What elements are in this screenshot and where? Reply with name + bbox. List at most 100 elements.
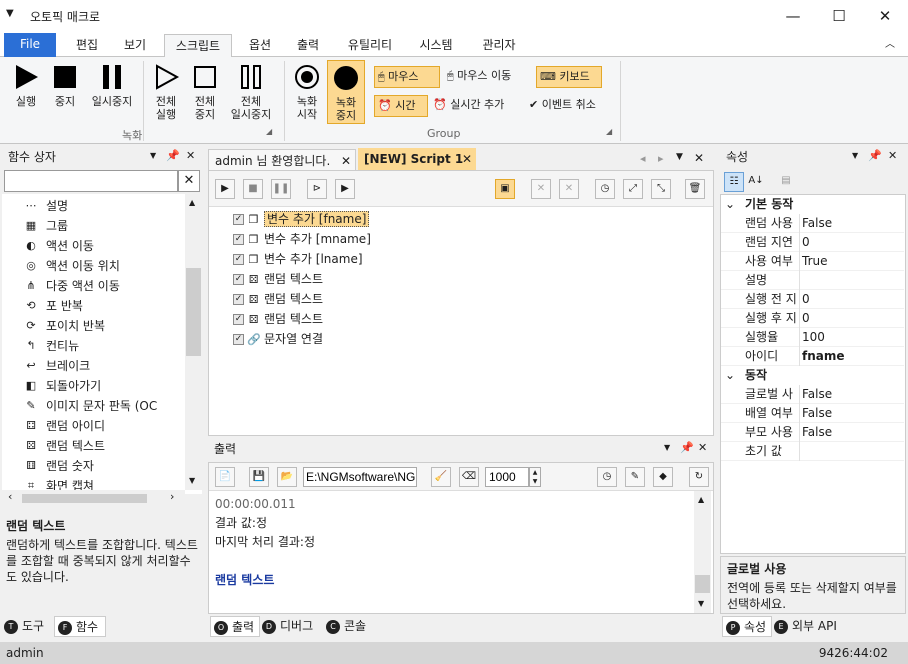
property-value[interactable]: 0 (799, 309, 903, 328)
minimize-button[interactable]: — (770, 0, 816, 32)
function-item[interactable]: ⟳ 포이치 반복 (26, 316, 105, 336)
property-row[interactable]: 사용 여부 True (721, 252, 904, 271)
script-item[interactable]: ✓ ⚄ 랜덤 텍스트 (233, 269, 323, 289)
function-item[interactable]: ⚅ 랜덤 숫자 (26, 456, 94, 476)
tab-edit[interactable]: 편집 (64, 34, 110, 57)
property-value[interactable]: 100 (799, 328, 903, 347)
tab-properties[interactable]: P 속성 (722, 616, 772, 637)
property-row[interactable]: 배열 여부 False (721, 404, 904, 423)
tab-utility[interactable]: 유틸리티 (338, 34, 402, 57)
enable-checkbox[interactable]: ✓ (233, 254, 244, 265)
enable-checkbox[interactable]: ✓ (233, 214, 244, 225)
close-button[interactable]: ✕ (862, 0, 908, 32)
record-start-button[interactable]: 녹화 시작 (288, 63, 326, 121)
scroll-tabs-left-icon[interactable]: ◂ (640, 152, 646, 165)
mouse-button[interactable]: 🖱 마우스 (374, 66, 440, 88)
close-icon[interactable]: ✕ (698, 441, 707, 454)
tab-console[interactable]: C 콘솔 (326, 616, 376, 637)
tab-options[interactable]: 옵션 (238, 34, 282, 57)
horizontal-scrollbar[interactable]: ‹ › (2, 490, 185, 507)
property-value[interactable]: False (799, 385, 903, 404)
tab-script-1[interactable]: [NEW] Script 1 ✕ (358, 148, 476, 170)
scroll-thumb[interactable] (186, 268, 201, 356)
run-script-button[interactable]: ▶ (215, 179, 235, 199)
disable-button[interactable]: ✕ (531, 179, 551, 199)
mouse-move-button[interactable]: 🖱 마우스 이동 (444, 66, 514, 88)
collapse-all-button[interactable]: ⤡ (651, 179, 671, 199)
keyboard-button[interactable]: ⌨ 키보드 (536, 66, 602, 88)
function-item[interactable]: ↩ 브레이크 (26, 356, 90, 376)
property-row[interactable]: 글로벌 사 False (721, 385, 904, 404)
property-value[interactable]: False (799, 404, 903, 423)
scroll-tabs-right-icon[interactable]: ▸ (658, 152, 664, 165)
pause-script-button[interactable]: ❚❚ (271, 179, 291, 199)
enable-checkbox[interactable]: ✓ (233, 274, 244, 285)
close-tab-icon[interactable]: ✕ (341, 150, 351, 172)
enable-checkbox[interactable]: ✓ (233, 314, 244, 325)
clean-button[interactable]: 🧹 (431, 467, 451, 487)
realtime-add-button[interactable]: ⏰ 실시간 추가 (430, 95, 507, 117)
pause-button[interactable]: 일시중지 (86, 63, 138, 108)
schedule-button[interactable]: ◷ (595, 179, 615, 199)
maximize-button[interactable]: ☐ (816, 0, 862, 32)
property-row[interactable]: 부모 사용 False (721, 423, 904, 442)
group-expand-icon[interactable]: ◢ (606, 127, 612, 136)
pin-icon[interactable]: 📌 (166, 149, 180, 162)
categorized-button[interactable]: ☷ (724, 172, 744, 192)
enable-checkbox[interactable]: ✓ (233, 334, 244, 345)
stop-script-button[interactable]: ■ (243, 179, 263, 199)
time-button[interactable]: ⏰ 시간 (374, 95, 428, 117)
tab-view[interactable]: 보기 (112, 34, 158, 57)
vertical-scrollbar[interactable]: ▲ ▼ (185, 194, 202, 490)
timestamp-button[interactable]: ◷ (597, 467, 617, 487)
function-item[interactable]: ✎ 이미지 문자 판독 (OC (26, 396, 157, 416)
tab-output[interactable]: 출력 (286, 34, 330, 57)
property-row[interactable]: 아이디 fname (721, 347, 904, 366)
collapse-icon[interactable]: ⌄ (725, 366, 735, 385)
pin-icon[interactable]: 📌 (868, 149, 882, 162)
clear-search-button[interactable]: ✕ (178, 170, 200, 192)
close-icon[interactable]: ✕ (186, 149, 195, 162)
script-item[interactable]: ✓ 🔗 문자열 연결 (233, 329, 323, 349)
run-selected-button[interactable]: ▶ (335, 179, 355, 199)
property-row[interactable]: 실행 전 지0 (721, 290, 904, 309)
tab-external-api[interactable]: E 외부 API (774, 616, 846, 637)
property-value[interactable] (799, 442, 903, 461)
property-value[interactable]: 0 (799, 290, 903, 309)
close-document-icon[interactable]: ✕ (694, 151, 704, 165)
tab-list-icon[interactable]: ▼ (676, 152, 683, 162)
tab-system[interactable]: 시스템 (410, 34, 462, 57)
delete-item-button[interactable]: ✕ (559, 179, 579, 199)
property-pages-button[interactable]: ▤ (776, 172, 796, 192)
tab-tools[interactable]: T 도구 (4, 616, 52, 637)
image-button[interactable]: ▣ (495, 179, 515, 199)
tab-script[interactable]: 스크립트 (164, 34, 232, 58)
event-cancel-button[interactable]: ✔ 이벤트 취소 (526, 95, 599, 117)
pin-icon[interactable]: 📌 (680, 441, 694, 454)
tab-functions[interactable]: F 함수 (54, 616, 106, 637)
property-value[interactable]: fname (799, 347, 903, 366)
run-from-button[interactable]: ⊳ (307, 179, 327, 199)
expand-all-button[interactable]: ⤢ (623, 179, 643, 199)
tab-file[interactable]: File (4, 33, 56, 57)
stop-button[interactable]: 중지 (46, 63, 84, 108)
run-all-button[interactable]: 전체 실행 (146, 63, 186, 121)
function-item[interactable]: ⋯ 설명 (26, 196, 69, 216)
script-item[interactable]: ✓ ⚄ 랜덤 텍스트 (233, 309, 323, 329)
function-item[interactable]: ▦ 그룹 (26, 216, 68, 236)
property-row[interactable]: 설명 (721, 271, 904, 290)
function-item[interactable]: ⚃ 랜덤 아이디 (26, 416, 105, 436)
property-value[interactable]: False (799, 423, 903, 442)
function-search-input[interactable] (4, 170, 178, 192)
run-button[interactable]: 실행 (6, 63, 46, 108)
tab-welcome[interactable]: admin 님 환영합니다. ✕ (208, 149, 356, 171)
tab-admin[interactable]: 관리자 (472, 34, 526, 57)
close-icon[interactable]: ✕ (888, 149, 897, 162)
open-folder-icon[interactable]: 📂 (277, 467, 297, 487)
dropdown-icon[interactable]: ▼ (150, 151, 156, 160)
scroll-thumb[interactable] (695, 575, 710, 593)
stop-all-button[interactable]: 전체 중지 (186, 63, 224, 121)
fill-color-button[interactable]: ◆ (653, 467, 673, 487)
function-item[interactable]: ⋔ 다중 액션 이동 (26, 276, 119, 296)
enable-checkbox[interactable]: ✓ (233, 294, 244, 305)
